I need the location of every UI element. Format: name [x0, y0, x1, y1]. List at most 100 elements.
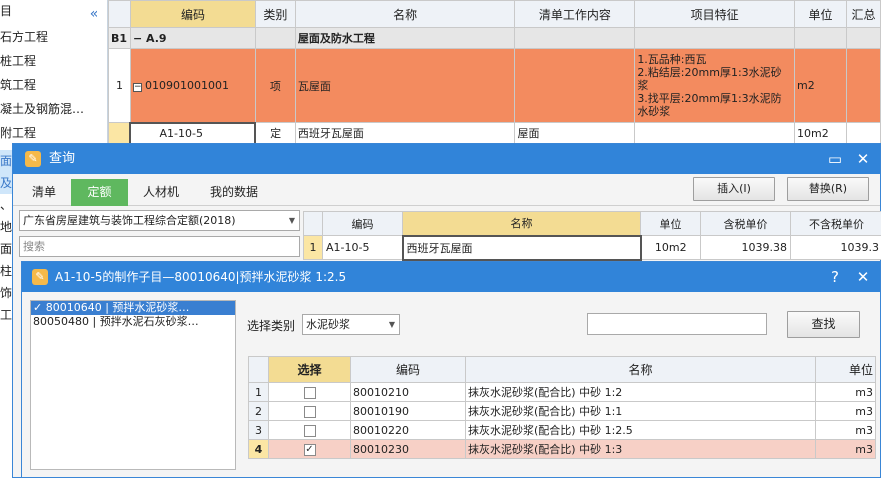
table-row[interactable]: 1 80010210 抹灰水泥砂浆(配合比) 中砂 1:2 m3	[248, 382, 876, 402]
quota-header-unit[interactable]: 单位	[640, 211, 701, 236]
row-feature[interactable]	[634, 27, 795, 49]
tree-item[interactable]: 附工程	[0, 122, 104, 144]
tree-item[interactable]: 柱	[0, 260, 12, 282]
find-input[interactable]	[587, 313, 767, 335]
row-notax-price[interactable]: 1039.3	[790, 235, 881, 260]
tree-item[interactable]: 面及	[0, 150, 12, 194]
row-select[interactable]	[268, 420, 351, 440]
grid-header-name[interactable]: 名称	[294, 0, 516, 28]
tree-item[interactable]: 凝土及钢筋混…	[0, 98, 104, 120]
checkbox[interactable]	[303, 405, 316, 418]
table-row[interactable]: 3 80010220 抹灰水泥砂浆(配合比) 中砂 1:2.5 m3	[248, 420, 876, 440]
checkbox[interactable]	[303, 386, 316, 399]
maximize-icon[interactable]: ▭	[820, 144, 850, 174]
mat-header-code[interactable]: 编码	[350, 356, 466, 383]
grid-header-total[interactable]: 汇总	[845, 0, 881, 28]
row-unit[interactable]: 10m2	[640, 235, 701, 260]
insert-button[interactable]: 插入(I)	[693, 177, 775, 201]
help-icon[interactable]: ?	[820, 262, 850, 292]
table-row[interactable]: 1 −010901001001 项 瓦屋面 1.瓦品种:西瓦 2.粘结层:20m…	[108, 48, 881, 123]
row-code[interactable]: −010901001001	[129, 48, 256, 123]
grid-header-content[interactable]: 清单工作内容	[514, 0, 636, 28]
grid-header-type[interactable]: 类别	[254, 0, 296, 28]
mat-header-select[interactable]: 选择	[268, 356, 351, 383]
table-row[interactable]: A1-10-5 定 西班牙瓦屋面 屋面 10m2	[108, 121, 881, 145]
type-value: 水泥砂浆	[306, 318, 350, 331]
row-type[interactable]: 定	[254, 122, 296, 144]
row-content[interactable]	[514, 27, 636, 49]
grid-header-feature[interactable]: 项目特征	[634, 0, 795, 28]
row-type[interactable]: 项	[254, 48, 296, 123]
row-code[interactable]: 80010210	[350, 382, 466, 402]
row-unit[interactable]: m3	[815, 420, 876, 440]
double-chevron-left-icon[interactable]: «	[86, 6, 102, 22]
row-name[interactable]: 屋面及防水工程	[294, 27, 516, 49]
tree-item[interactable]: 筑工程	[0, 74, 104, 96]
row-unit[interactable]: 10m2	[794, 122, 847, 144]
collapse-node-icon[interactable]: −	[132, 82, 142, 92]
row-name[interactable]: 抹灰水泥砂浆(配合比) 中砂 1:1	[465, 401, 816, 421]
table-row[interactable]: 4 ✓ 80010230 抹灰水泥砂浆(配合比) 中砂 1:3 m3	[248, 439, 876, 459]
table-row[interactable]: 2 80010190 抹灰水泥砂浆(配合比) 中砂 1:1 m3	[248, 401, 876, 421]
row-name[interactable]: 抹灰水泥砂浆(配合比) 中砂 1:2	[465, 382, 816, 402]
row-unit[interactable]: m3	[815, 401, 876, 421]
row-content[interactable]	[514, 48, 636, 123]
row-index: 1	[248, 382, 269, 402]
row-code[interactable]: − A.9	[129, 27, 256, 49]
list-item[interactable]: 80050480 | 预拌水泥石灰砂浆…	[31, 315, 235, 329]
row-unit[interactable]: m2	[794, 48, 847, 123]
row-unit[interactable]: m3	[815, 382, 876, 402]
grid-header-unit[interactable]: 单位	[794, 0, 847, 28]
row-name[interactable]: 瓦屋面	[294, 48, 516, 123]
row-code[interactable]: A1-10-5	[129, 121, 257, 145]
row-feature[interactable]	[634, 122, 795, 144]
close-icon[interactable]: ✕	[848, 144, 878, 174]
grid-header-code[interactable]: 编码	[129, 0, 256, 28]
row-unit[interactable]: m3	[815, 439, 876, 459]
row-tax-price[interactable]: 1039.38	[700, 235, 791, 260]
row-code[interactable]: A1-10-5	[322, 235, 403, 260]
close-icon[interactable]: ✕	[848, 262, 878, 292]
row-index: 4	[248, 439, 269, 459]
row-code[interactable]: 80010230	[350, 439, 466, 459]
checkbox[interactable]	[303, 424, 316, 437]
quota-header-name[interactable]: 名称	[402, 211, 641, 236]
quota-header-notax-price[interactable]: 不含税单价	[790, 211, 881, 236]
quota-header-code[interactable]: 编码	[322, 211, 403, 236]
library-select[interactable]: 广东省房屋建筑与装饰工程综合定额(2018) ▼	[19, 210, 300, 231]
quota-header-tax-price[interactable]: 含税单价	[700, 211, 791, 236]
type-select[interactable]: 水泥砂浆 ▼	[302, 314, 400, 335]
row-select[interactable]	[268, 382, 351, 402]
row-code[interactable]: 80010220	[350, 420, 466, 440]
tab-materials[interactable]: 人材机	[131, 179, 191, 206]
tree-item[interactable]: 桩工程	[0, 50, 104, 72]
row-code[interactable]: 80010190	[350, 401, 466, 421]
search-input[interactable]: 搜索	[19, 236, 300, 257]
mat-header-name[interactable]: 名称	[465, 356, 816, 383]
tab-quota[interactable]: 定额	[71, 179, 128, 206]
replace-button[interactable]: 替换(R)	[787, 177, 869, 201]
tab-bill[interactable]: 清单	[19, 179, 69, 206]
row-name[interactable]: 抹灰水泥砂浆(配合比) 中砂 1:2.5	[465, 420, 816, 440]
row-unit[interactable]	[794, 27, 847, 49]
row-name[interactable]: 西班牙瓦屋面	[401, 234, 642, 261]
tree-item[interactable]: 地面	[0, 216, 12, 260]
row-select[interactable]	[268, 401, 351, 421]
table-row[interactable]: B1 − A.9 屋面及防水工程	[108, 27, 881, 49]
find-button[interactable]: 查找	[787, 311, 860, 338]
mat-header-unit[interactable]: 单位	[815, 356, 876, 383]
tree-item[interactable]: 饰工	[0, 282, 12, 326]
checkbox-checked[interactable]: ✓	[303, 443, 316, 456]
list-item[interactable]: ✓ 80010640 | 预拌水泥砂浆…	[31, 301, 235, 315]
row-feature[interactable]: 1.瓦品种:西瓦 2.粘结层:20mm厚1:3水泥砂浆 3.找平层:20mm厚1…	[634, 48, 795, 123]
tree-item[interactable]: 石方工程	[0, 26, 104, 48]
row-content[interactable]: 屋面	[514, 122, 636, 144]
row-select[interactable]: ✓	[268, 439, 351, 459]
row-name[interactable]: 西班牙瓦屋面	[294, 122, 516, 144]
tree-item[interactable]: 、	[0, 194, 12, 216]
query-dialog-titlebar[interactable]: ✎ 查询 ▭ ✕	[13, 144, 880, 174]
tab-my-data[interactable]: 我的数据	[195, 179, 273, 206]
table-row[interactable]: 1 A1-10-5 西班牙瓦屋面 10m2 1039.38 1039.3	[303, 234, 881, 261]
row-name[interactable]: 抹灰水泥砂浆(配合比) 中砂 1:3	[465, 439, 816, 459]
subitem-dialog-titlebar[interactable]: ✎ A1-10-5的制作子目—80010640|预拌水泥砂浆 1:2.5 ? ✕	[22, 262, 880, 292]
